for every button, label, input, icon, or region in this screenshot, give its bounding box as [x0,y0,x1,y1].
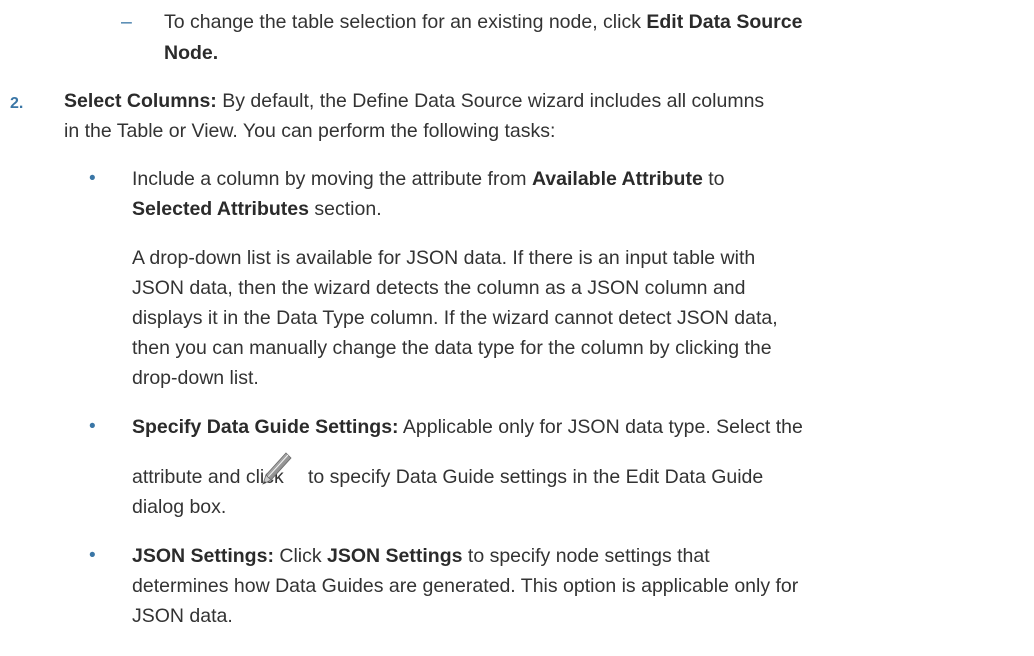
bullet2-line-2b: to specify Data Guide settings in the Ed… [308,466,764,488]
bullet1-line-1: Include a column by moving the attribute… [132,166,724,192]
bullet3-title: JSON Settings: [132,545,274,567]
bullet2-title: Specify Data Guide Settings: [132,416,399,438]
bullet1-bold-2: Selected Attributes [132,198,309,220]
bullet2-line-1: Specify Data Guide Settings: Applicable … [132,414,803,440]
bullet1-tail-2: section. [309,198,382,220]
step2-title: Select Columns: [64,90,217,112]
bullet2-text: Applicable only for JSON data type. Sele… [398,416,803,438]
bullet-marker: • [89,168,96,189]
json-para-line-4: then you can manually change the data ty… [132,337,772,359]
bullet1-tail: to [702,168,725,190]
bullet-marker: • [89,416,96,437]
bullet2-line-2a: attribute and click [132,466,284,488]
bullet3-line-1: JSON Settings: Click JSON Settings to sp… [132,543,710,569]
sub-item-text: To change the table selection for an exi… [164,11,647,33]
bullet3-line-3: JSON data. [132,605,233,627]
bullet3-tail: to specify node settings that [462,545,710,567]
sub-item-bold: Edit Data Source [646,11,803,33]
bullet3-line-2: determines how Data Guides are generated… [132,575,799,597]
bullet1-text: Include a column by moving the attribute… [132,168,532,190]
sub-item-bold-2: Node. [164,42,219,64]
json-para-line-1: A drop-down list is available for JSON d… [132,247,756,269]
bullet1-line-2: Selected Attributes section. [132,196,382,222]
step2-line-2: in the Table or View. You can perform th… [64,120,556,142]
json-para-line-3: displays it in the Data Type column. If … [132,307,778,329]
step-number: 2. [10,95,24,112]
bullet3-bold: JSON Settings [327,545,463,567]
json-para-line-2: JSON data, then the wizard detects the c… [132,277,746,299]
step2-text-1: By default, the Define Data Source wizar… [216,90,765,112]
sub-item-line-2: Node. [164,40,218,66]
bullet3-mid: Click [273,545,328,567]
sub-item-line-1: To change the table selection for an exi… [164,9,802,35]
bullet2-line-3: dialog box. [132,496,227,518]
dash-marker: – [121,11,132,33]
json-para-line-5: drop-down list. [132,367,259,389]
bullet-marker: • [89,545,96,566]
step2-line-1: Select Columns: By default, the Define D… [64,88,764,114]
pencil-icon [262,451,292,487]
bullet1-bold: Available Attribute [531,168,703,190]
